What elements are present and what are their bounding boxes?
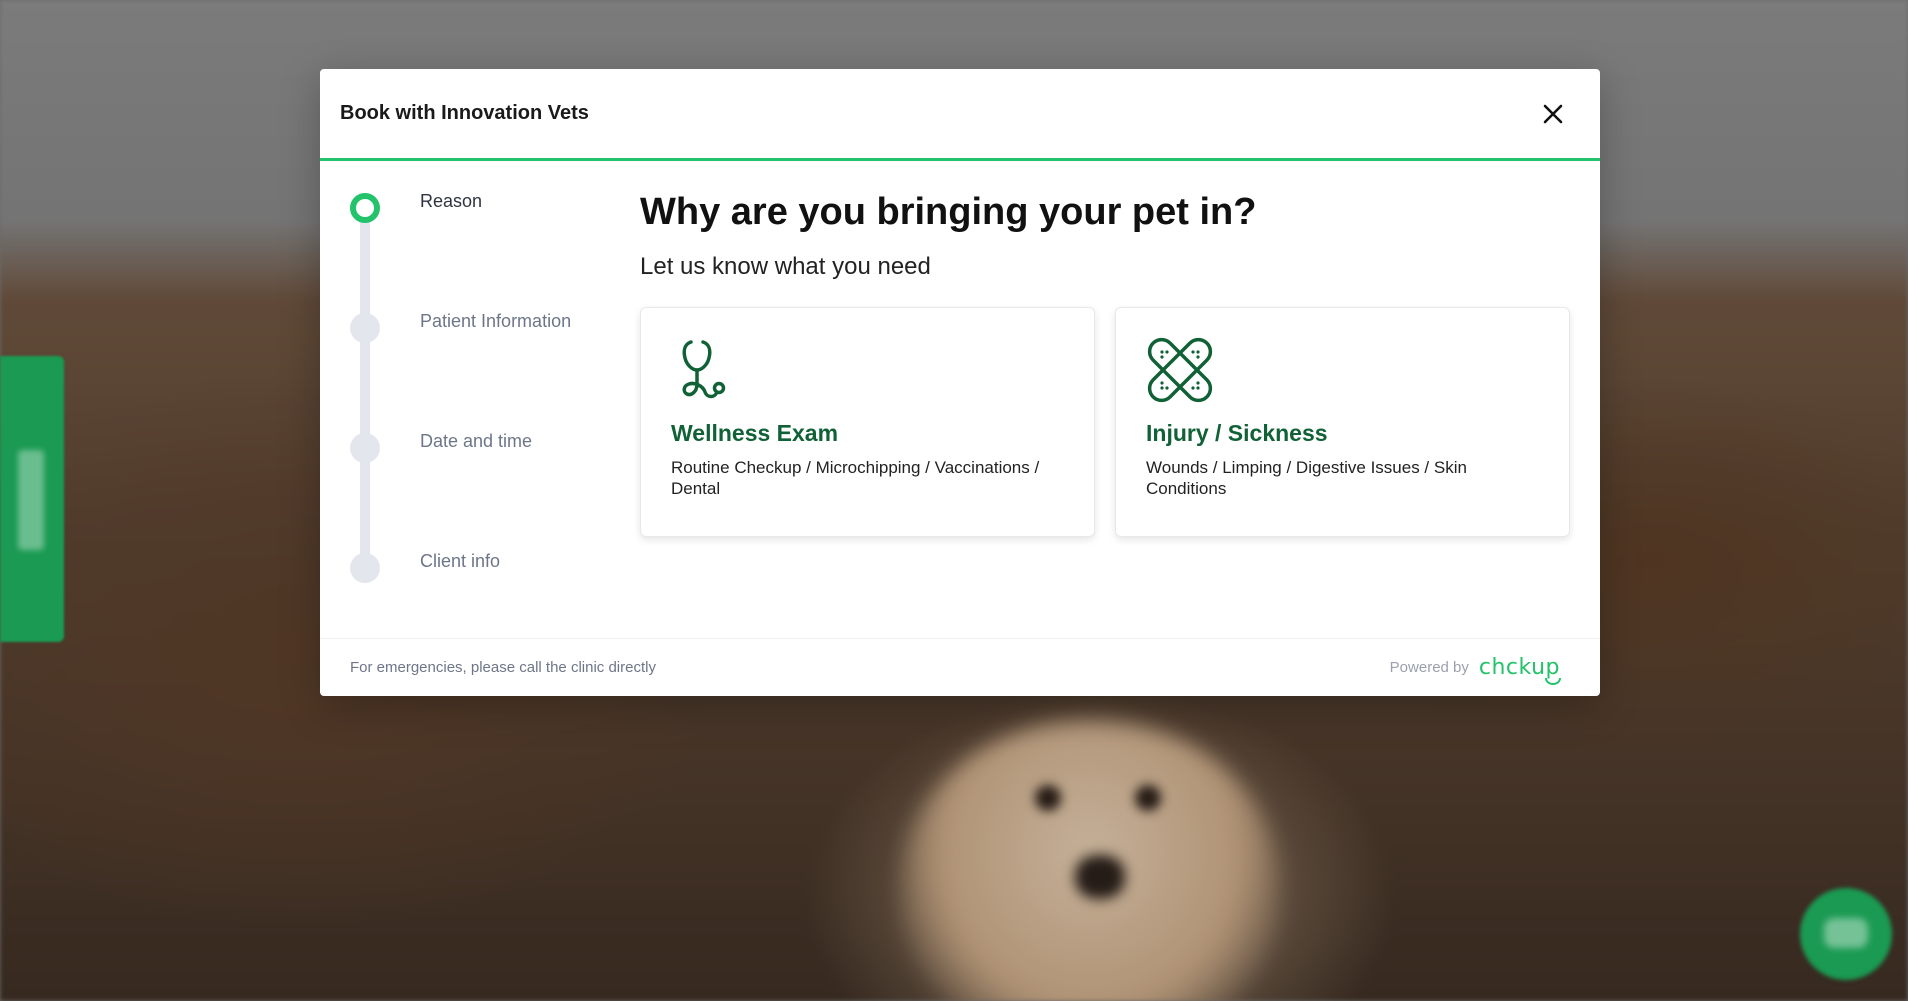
modal-title: Book with Innovation Vets — [340, 102, 589, 124]
modal-body: Reason Patient Information Date and time… — [320, 161, 1600, 638]
card-title: Wellness Exam — [671, 419, 839, 446]
bandage-icon — [1147, 337, 1213, 402]
step-date-and-time: Date and time — [350, 431, 610, 463]
step-label: Patient Information — [420, 311, 572, 331]
side-book-tab-label — [18, 450, 44, 550]
modal-header: Book with Innovation Vets — [320, 69, 1600, 161]
step-label: Reason — [420, 191, 483, 211]
step-indicator — [350, 553, 380, 583]
step-patient-information: Patient Information — [350, 311, 610, 343]
booking-stepper: Reason Patient Information Date and time… — [350, 191, 610, 611]
card-title: Injury / Sickness — [1146, 419, 1328, 446]
booking-modal: Book with Innovation Vets Reason Patient… — [320, 69, 1600, 696]
card-description: Wounds / Limping / Digestive Issues / Sk… — [1146, 457, 1467, 498]
logo-swirl-icon — [1545, 677, 1561, 685]
step-indicator — [350, 313, 380, 343]
step-label: Date and time — [420, 431, 533, 451]
chckup-logo[interactable]: chckup — [1479, 655, 1561, 685]
step-client-info: Client info — [350, 551, 610, 583]
close-icon — [1543, 104, 1563, 124]
reason-content: Why are you bringing your pet in? Let us… — [640, 191, 1580, 537]
reason-options: Wellness Exam Routine Checkup / Microchi… — [640, 306, 1580, 537]
emergency-note: For emergencies, please call the clinic … — [350, 659, 656, 676]
card-description: Routine Checkup / Microchipping / Vaccin… — [671, 457, 1040, 498]
injury-sickness-card[interactable]: Injury / Sickness Wounds / Limping / Dig… — [1115, 306, 1570, 537]
powered-by: Powered by chckup — [1389, 655, 1561, 685]
close-button[interactable] — [1538, 99, 1568, 129]
powered-by-label: Powered by — [1389, 659, 1469, 676]
step-label: Client info — [420, 551, 501, 571]
page-title: Why are you bringing your pet in? — [640, 191, 1257, 233]
page-subtitle: Let us know what you need — [640, 252, 931, 280]
stepper-track — [360, 205, 370, 565]
modal-footer: For emergencies, please call the clinic … — [320, 638, 1600, 696]
chat-button[interactable] — [1800, 888, 1892, 980]
step-indicator — [350, 433, 380, 463]
step-reason: Reason — [350, 191, 610, 223]
stethoscope-icon — [682, 339, 726, 398]
step-indicator-active — [350, 193, 380, 223]
chat-icon — [1824, 918, 1868, 948]
wellness-exam-card[interactable]: Wellness Exam Routine Checkup / Microchi… — [640, 306, 1095, 537]
